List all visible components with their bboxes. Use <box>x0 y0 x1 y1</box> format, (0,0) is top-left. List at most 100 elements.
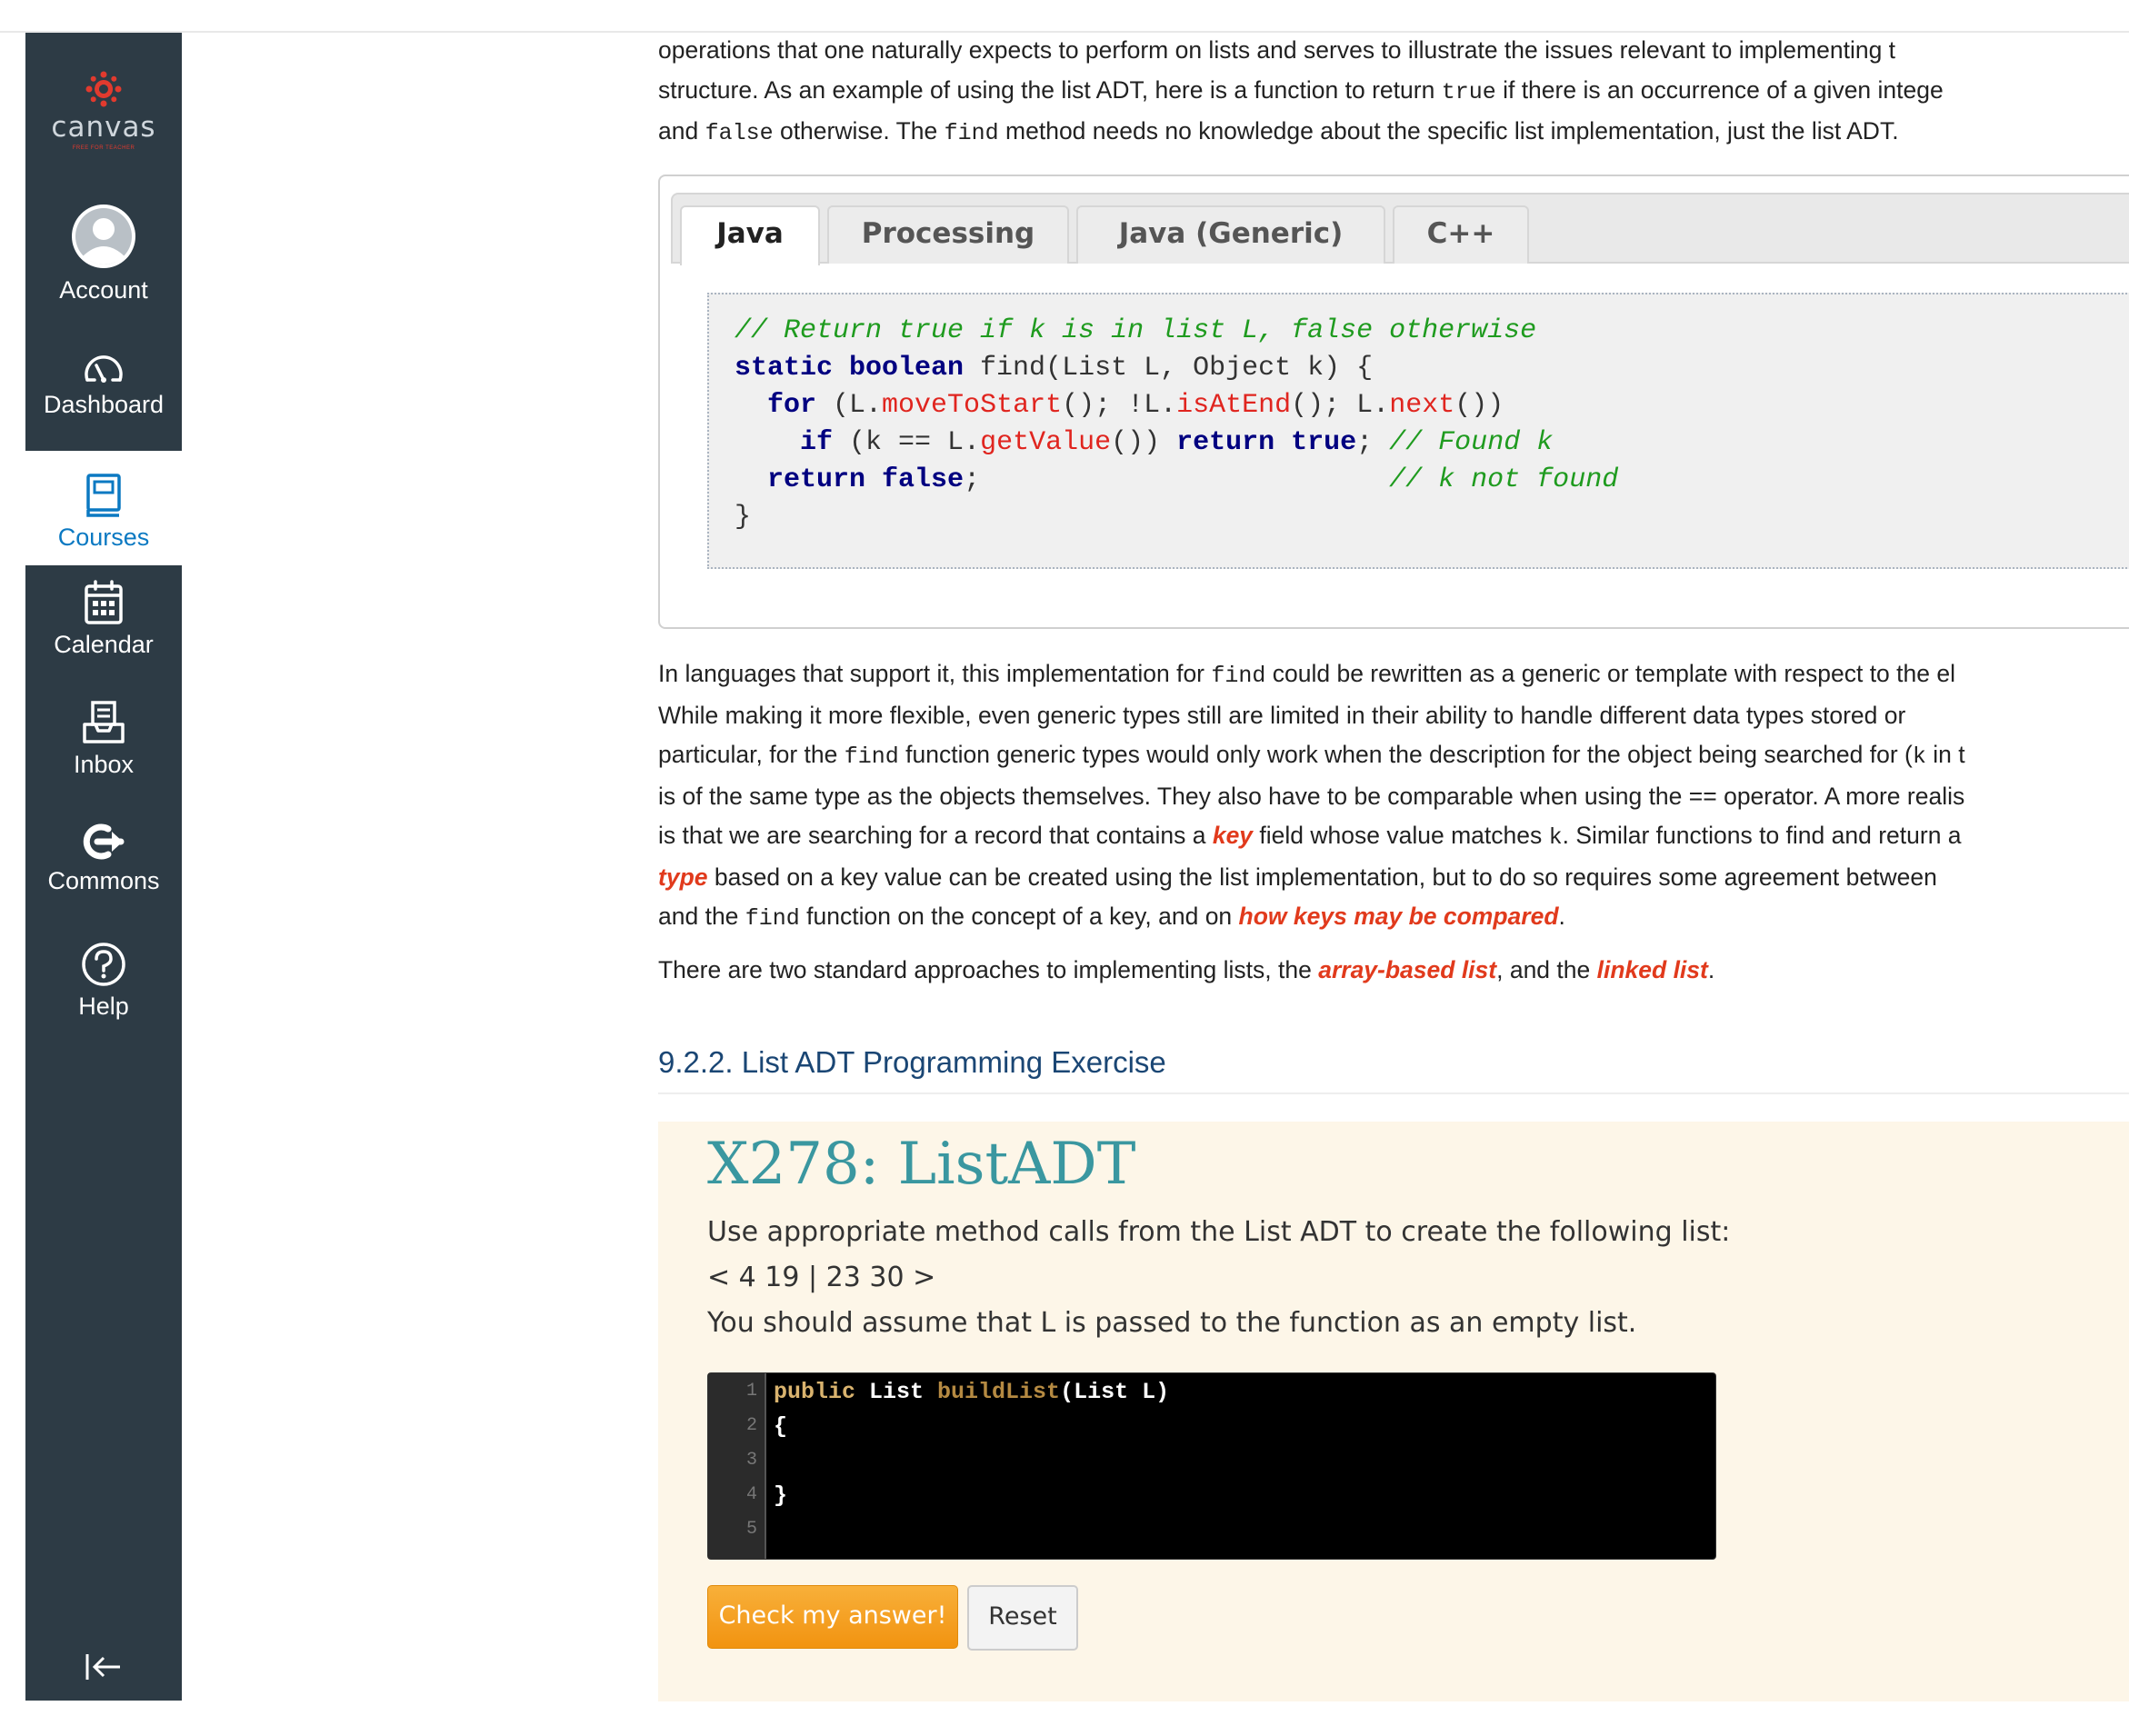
text: There are two standard approaches to imp… <box>658 956 1319 983</box>
line-number: 5 <box>745 1519 757 1540</box>
term-link-key[interactable]: key <box>1213 822 1253 849</box>
body-line: and the find function on the concept of … <box>658 897 2129 939</box>
editor-line-1: public List buildList(List L) <box>774 1379 1169 1405</box>
logo-wordmark: canvas <box>51 111 156 144</box>
code-text: ()) <box>1454 390 1504 421</box>
code-comment: // Return true if k is in list L, false … <box>735 315 1537 346</box>
check-answer-button[interactable]: Check my answer! <box>707 1585 958 1649</box>
code-comment: // k not found <box>1389 464 1619 495</box>
code-function: isAtEnd <box>1176 390 1292 421</box>
canvas-logo[interactable]: canvas FREE FOR TEACHER <box>25 69 182 151</box>
code-text: (k == L. <box>833 427 981 458</box>
text: if there is an occurrence of a given int… <box>1495 75 1944 104</box>
reset-button[interactable]: Reset <box>967 1585 1078 1651</box>
term-link-compare[interactable]: how keys may be compared <box>1239 903 1559 930</box>
text: is that we are searching for a record th… <box>658 822 1213 849</box>
tab-java-generic[interactable]: Java (Generic) <box>1076 205 1385 264</box>
courses-icon <box>86 474 121 517</box>
editor-line-4: } <box>774 1482 788 1509</box>
account-icon <box>72 205 135 268</box>
text: field whose value matches <box>1253 822 1549 849</box>
code-function: next <box>1389 390 1455 421</box>
body-line: In languages that support it, this imple… <box>658 654 2129 696</box>
body-line: type based on a key value can be created… <box>658 858 2129 898</box>
text: could be rewritten as a generic or templ… <box>1265 660 1955 687</box>
inline-code: k <box>1912 743 1926 770</box>
code-text: (); L. <box>1291 390 1390 421</box>
inline-code: find <box>844 743 899 770</box>
body-paragraph-1: In languages that support it, this imple… <box>658 654 2129 939</box>
body-line: is of the same type as the objects thems… <box>658 777 2129 817</box>
intro-line-2: structure. As an example of using the li… <box>658 71 2129 113</box>
text: and the <box>658 903 745 930</box>
code-text: ()) <box>1111 427 1177 458</box>
body-line: is that we are searching for a record th… <box>658 816 2129 858</box>
nav-label-help: Help <box>78 993 129 1020</box>
text: . <box>1558 903 1565 930</box>
nav-calendar[interactable]: Calendar <box>25 580 182 659</box>
collapse-nav-button[interactable] <box>25 1651 182 1688</box>
text: method needs no knowledge about the spec… <box>998 117 1899 145</box>
tab-processing[interactable]: Processing <box>827 205 1069 264</box>
text: , and the <box>1496 956 1597 983</box>
intro-line-3: and false otherwise. The find method nee… <box>658 112 2129 154</box>
nav-label-calendar: Calendar <box>54 631 154 658</box>
nav-courses[interactable]: Courses <box>25 451 182 565</box>
global-nav-sidebar: canvas FREE FOR TEACHER Account Dashboar… <box>25 33 182 1701</box>
nav-account[interactable]: Account <box>25 202 182 304</box>
nav-label-courses: Courses <box>57 524 150 551</box>
commons-icon <box>83 823 125 860</box>
code-text: (L. <box>816 390 883 421</box>
text: In languages that support it, this imple… <box>658 660 1212 687</box>
section-heading: 9.2.2. List ADT Programming Exercise <box>658 1045 2129 1094</box>
code-text: ; <box>1356 427 1390 458</box>
body-line: There are two standard approaches to imp… <box>658 951 2129 991</box>
inline-code: false <box>705 120 774 146</box>
logo-subtitle: FREE FOR TEACHER <box>72 145 135 151</box>
term-link-type[interactable]: type <box>658 863 708 891</box>
code-keyword: if <box>800 427 834 458</box>
inline-code: true <box>1441 78 1496 105</box>
code-keyword: return true <box>1176 427 1357 458</box>
inline-code: find <box>745 905 800 932</box>
exercise-title: X278: ListADT <box>707 1131 1136 1198</box>
line-number: 3 <box>745 1450 757 1471</box>
tab-cpp[interactable]: C++ <box>1393 205 1529 264</box>
line-gutter: 1 2 3 4 5 <box>708 1373 766 1559</box>
text: function on the concept of a key, and on <box>799 903 1239 930</box>
text: . Similar functions to find and return a <box>1562 822 1962 849</box>
nav-help[interactable]: Help <box>25 942 182 1021</box>
canvas-logo-icon <box>85 71 122 107</box>
nav-dashboard[interactable]: Dashboard <box>25 347 182 419</box>
line-number: 2 <box>745 1415 757 1436</box>
exercise-prompt: Use appropriate method calls from the Li… <box>707 1216 1731 1248</box>
text: is of the same type as the objects thems… <box>658 782 1965 810</box>
text: structure. As an example of using the li… <box>658 75 1442 104</box>
inline-code: find <box>944 120 999 146</box>
top-border <box>0 0 2129 33</box>
nav-label-account: Account <box>59 276 148 304</box>
code-function: getValue <box>980 427 1112 458</box>
tab-java[interactable]: Java <box>680 205 820 265</box>
term-link-array-list[interactable]: array-based list <box>1318 956 1496 983</box>
code-keyword: static boolean <box>735 353 965 384</box>
code-keyword: for <box>767 390 817 421</box>
text: in t <box>1925 741 1965 768</box>
exercise-panel: X278: ListADT Use appropriate method cal… <box>658 1122 2129 1701</box>
code-method: buildList <box>937 1379 1061 1405</box>
nav-label-dashboard: Dashboard <box>43 391 165 418</box>
code-editor[interactable]: 1 2 3 4 5 public List buildList(List L) … <box>707 1372 1716 1560</box>
text: based on a key value can be created usin… <box>707 863 1937 891</box>
nav-inbox[interactable]: Inbox <box>25 700 182 779</box>
code-text: List <box>855 1379 938 1405</box>
code-keyword: return false <box>767 464 965 495</box>
text: function generic types would only work w… <box>898 741 1913 768</box>
term-link-linked-list[interactable]: linked list <box>1597 956 1708 983</box>
code-example-box: Java Processing Java (Generic) C++ // Re… <box>658 175 2129 629</box>
line-number: 4 <box>745 1484 757 1505</box>
nav-commons[interactable]: Commons <box>25 822 182 895</box>
code-text: find(List L, Object k) { <box>964 353 1374 384</box>
code-text: ; <box>964 464 981 495</box>
text: . <box>1707 956 1715 983</box>
code-text: (); !L. <box>1062 390 1177 421</box>
